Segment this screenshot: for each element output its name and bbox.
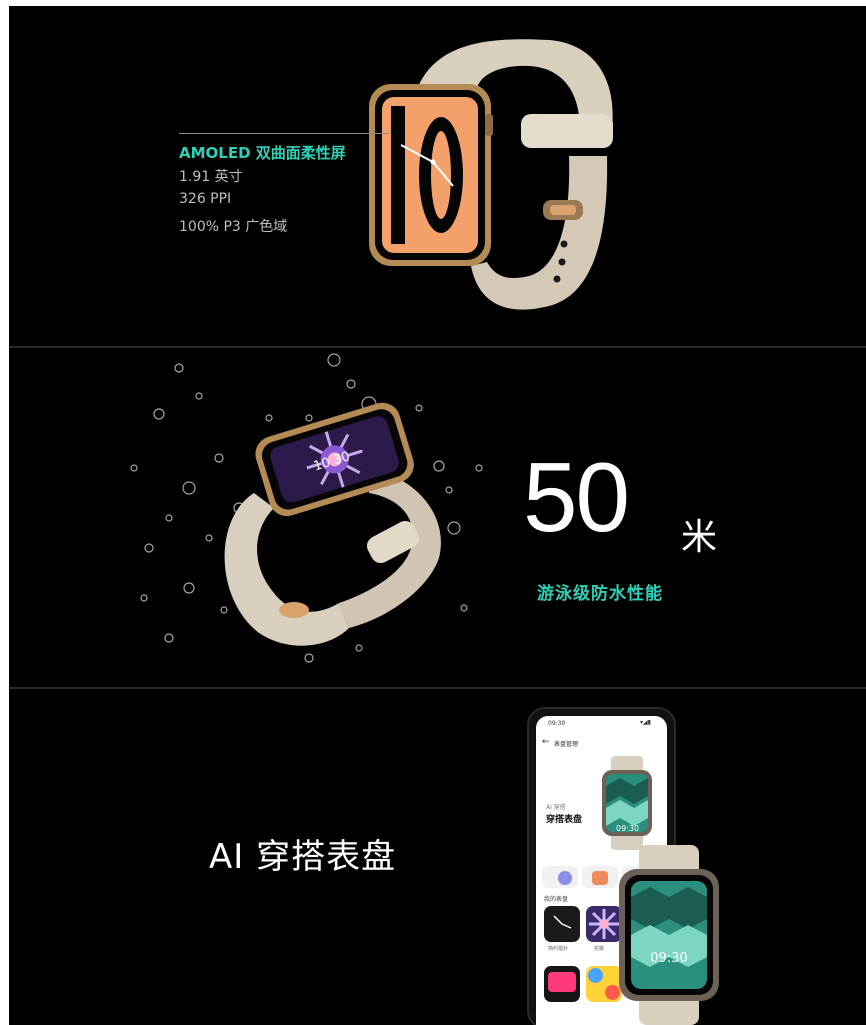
callout-line: [179, 133, 389, 134]
waterproof-depth-unit: 米: [681, 517, 718, 558]
waterproof-feature-panel: 10 30 50 米 游泳级防水性能: [9, 348, 866, 687]
watchface-digital-pink-thumb[interactable]: [544, 966, 580, 1002]
waterproof-subtitle: 游泳级防水性能: [537, 584, 663, 604]
face-label-flower: 花瓣: [594, 946, 605, 952]
preview-time: 09:30: [616, 824, 640, 833]
my-faces-label: 我的表盘: [544, 896, 569, 903]
watch-time-text: 09:30: [650, 951, 687, 966]
status-time: 09:30: [548, 720, 566, 727]
ai-feature-title: AI 穿搭表盘: [209, 837, 397, 877]
outfit-chip-1[interactable]: [542, 866, 578, 888]
signal-battery-icon: ▾◢▮: [640, 719, 651, 726]
water-splash-watch-image: 10 30: [130, 353, 483, 663]
ppi-spec: 326 PPI: [179, 191, 232, 207]
back-arrow-icon[interactable]: ←: [542, 737, 550, 747]
waterproof-depth-number: 50: [523, 442, 630, 552]
watch-product-image: [369, 39, 613, 310]
section-small-label: AI 穿搭: [546, 804, 566, 811]
nav-title: 表盘管理: [554, 741, 579, 748]
section-title: 穿搭表盘: [546, 815, 583, 825]
preview-watch-image: [602, 756, 652, 850]
watchface-analog-thumb[interactable]: [544, 906, 580, 942]
green-pattern-watch-image: 09:30: [619, 845, 719, 1025]
screen-size-spec: 1.91 英寸: [179, 169, 243, 185]
ai-watchface-panel: AI 穿搭表盘 09:30 ▾◢▮ ← 表盘管理 AI 穿搭 穿搭表盘 09:3…: [9, 689, 866, 1025]
face-label-analog: 简约指针: [548, 946, 569, 952]
display-feature-panel: AMOLED 双曲面柔性屏 1.91 英寸 326 PPI 100% P3 广色…: [9, 6, 866, 346]
color-gamut-spec: 100% P3 广色域: [179, 219, 288, 235]
display-spec-title: AMOLED 双曲面柔性屏: [179, 144, 346, 162]
